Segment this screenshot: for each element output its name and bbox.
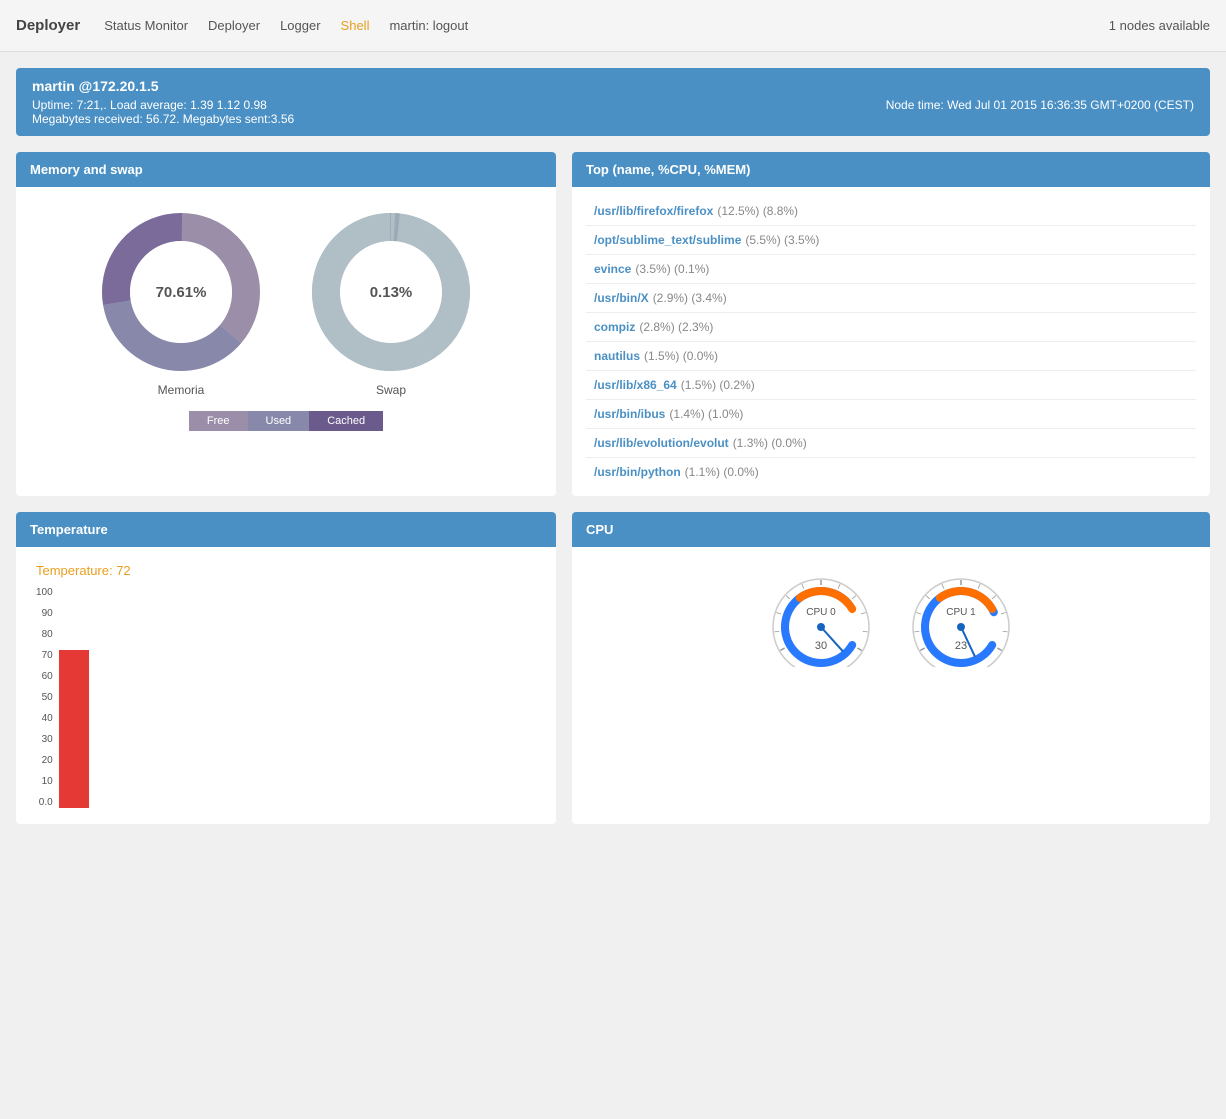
proc-stats: (1.5%) (0.0%) — [644, 349, 718, 363]
top-list-item: /usr/bin/ibus (1.4%) (1.0%) — [586, 400, 1196, 429]
proc-name: /opt/sublime_text/sublime — [594, 233, 741, 247]
proc-stats: (1.5%) (0.2%) — [681, 378, 755, 392]
top-list-item: /usr/bin/python (1.1%) (0.0%) — [586, 458, 1196, 486]
temp-axis-label: 10 — [36, 777, 53, 787]
cpu-panel-header: CPU — [572, 512, 1210, 547]
top-panel: Top (name, %CPU, %MEM) /usr/lib/firefox/… — [572, 152, 1210, 496]
nav-logger[interactable]: Logger — [280, 18, 320, 33]
swap-donut-wrap: 0.13% Swap — [306, 207, 476, 397]
proc-name: /usr/lib/x86_64 — [594, 378, 677, 392]
proc-stats: (3.5%) (0.1%) — [635, 262, 709, 276]
nav-deployer[interactable]: Deployer — [208, 18, 260, 33]
proc-name: /usr/bin/X — [594, 291, 649, 305]
temperature-content: Temperature: 72 100 90 80 70 60 50 40 30 20 10 0.0 — [16, 547, 556, 824]
navbar: Deployer Status Monitor Deployer Logger … — [0, 0, 1226, 52]
proc-stats: (2.9%) (3.4%) — [653, 291, 727, 305]
gauge-svg: CPU 0 30 — [766, 567, 876, 667]
memoria-label: Memoria — [158, 383, 205, 397]
memory-content: 70.61% Memoria — [16, 187, 556, 451]
proc-name: /usr/bin/python — [594, 465, 681, 479]
top-list-item: compiz (2.8%) (2.3%) — [586, 313, 1196, 342]
proc-name: compiz — [594, 320, 635, 334]
memoria-pct-text: 70.61% — [156, 284, 207, 301]
proc-name: /usr/lib/evolution/evolut — [594, 436, 729, 450]
uptime: Uptime: 7:21,. Load average: 1.39 1.12 0… — [32, 98, 294, 112]
top-panel-header: Top (name, %CPU, %MEM) — [572, 152, 1210, 187]
gauge-svg: CPU 1 23 — [906, 567, 1016, 667]
proc-stats: (2.8%) (2.3%) — [639, 320, 713, 334]
proc-stats: (12.5%) (8.8%) — [717, 204, 798, 218]
temp-axis-label: 100 — [36, 588, 53, 598]
node-time: Node time: Wed Jul 01 2015 16:36:35 GMT+… — [886, 98, 1194, 126]
proc-name: evince — [594, 262, 631, 276]
temp-axis-label: 0.0 — [36, 798, 53, 808]
temperature-bar-area — [59, 588, 89, 808]
proc-name: /usr/lib/firefox/firefox — [594, 204, 713, 218]
hostname: martin @172.20.1.5 — [32, 78, 1194, 94]
memoria-donut-wrap: 70.61% Memoria — [96, 207, 266, 397]
gauge-wrap: CPU 1 23 — [906, 567, 1016, 667]
bottom-row: Temperature Temperature: 72 100 90 80 70 60 5… — [16, 512, 1210, 824]
legend-used: Used — [248, 411, 310, 431]
info-bar: martin @172.20.1.5 Uptime: 7:21,. Load a… — [16, 68, 1210, 136]
nodes-available: 1 nodes available — [1109, 18, 1210, 33]
proc-stats: (1.1%) (0.0%) — [685, 465, 759, 479]
temperature-label: Temperature: 72 — [36, 563, 536, 578]
temp-axis-label: 50 — [36, 693, 53, 703]
top-list-item: /usr/lib/firefox/firefox (12.5%) (8.8%) — [586, 197, 1196, 226]
memoria-donut-svg: 70.61% — [96, 207, 266, 377]
temp-axis-label: 90 — [36, 609, 53, 619]
nav-links: Status Monitor Deployer Logger Shell mar… — [104, 18, 1109, 33]
swap-donut-svg: 0.13% — [306, 207, 476, 377]
cpu-panel: CPU CPU 0 30 CPU 1 23 — [572, 512, 1210, 824]
temp-axis-label: 80 — [36, 630, 53, 640]
temp-axis-label: 30 — [36, 735, 53, 745]
proc-name: /usr/bin/ibus — [594, 407, 665, 421]
nav-shell[interactable]: Shell — [341, 18, 370, 33]
proc-name: nautilus — [594, 349, 640, 363]
memory-panel-header: Memory and swap — [16, 152, 556, 187]
temperature-panel: Temperature Temperature: 72 100 90 80 70 60 5… — [16, 512, 556, 824]
swap-pct-text: 0.13% — [370, 284, 413, 301]
proc-stats: (1.4%) (1.0%) — [669, 407, 743, 421]
proc-stats: (1.3%) (0.0%) — [733, 436, 807, 450]
cpu-content: CPU 0 30 CPU 1 23 — [572, 547, 1210, 687]
top-list-item: /usr/lib/x86_64 (1.5%) (0.2%) — [586, 371, 1196, 400]
memory-panel: Memory and swap — [16, 152, 556, 496]
temperature-chart: 100 90 80 70 60 50 40 30 20 10 0.0 — [36, 588, 536, 808]
nav-brand: Deployer — [16, 17, 80, 34]
swap-label: Swap — [376, 383, 406, 397]
temp-axis-label: 60 — [36, 672, 53, 682]
temperature-panel-header: Temperature — [16, 512, 556, 547]
proc-stats: (5.5%) (3.5%) — [745, 233, 819, 247]
legend-cached: Cached — [309, 411, 383, 431]
svg-text:23: 23 — [955, 640, 967, 652]
info-left: Uptime: 7:21,. Load average: 1.39 1.12 0… — [32, 98, 294, 126]
gauge-wrap: CPU 0 30 — [766, 567, 876, 667]
megabytes: Megabytes received: 56.72. Megabytes sen… — [32, 112, 294, 126]
svg-text:30: 30 — [815, 640, 827, 652]
top-list-item: /opt/sublime_text/sublime (5.5%) (3.5%) — [586, 226, 1196, 255]
temperature-axis: 100 90 80 70 60 50 40 30 20 10 0.0 — [36, 588, 53, 808]
temp-axis-label: 40 — [36, 714, 53, 724]
nav-logout[interactable]: martin: logout — [389, 18, 468, 33]
top-list-item: /usr/lib/evolution/evolut (1.3%) (0.0%) — [586, 429, 1196, 458]
legend-free: Free — [189, 411, 248, 431]
temp-axis-label: 20 — [36, 756, 53, 766]
nav-status-monitor[interactable]: Status Monitor — [104, 18, 188, 33]
temperature-bar — [59, 650, 89, 808]
top-list-item: nautilus (1.5%) (0.0%) — [586, 342, 1196, 371]
svg-text:CPU 1: CPU 1 — [946, 607, 976, 618]
panels-row: Memory and swap — [16, 152, 1210, 496]
temp-axis-label: 70 — [36, 651, 53, 661]
top-list-item: /usr/bin/X (2.9%) (3.4%) — [586, 284, 1196, 313]
main-content: martin @172.20.1.5 Uptime: 7:21,. Load a… — [0, 52, 1226, 840]
svg-text:CPU 0: CPU 0 — [806, 607, 836, 618]
top-list: /usr/lib/firefox/firefox (12.5%) (8.8%)/… — [572, 187, 1210, 496]
memory-legend: Free Used Cached — [189, 411, 383, 431]
top-list-item: evince (3.5%) (0.1%) — [586, 255, 1196, 284]
donuts-row: 70.61% Memoria — [96, 207, 476, 397]
